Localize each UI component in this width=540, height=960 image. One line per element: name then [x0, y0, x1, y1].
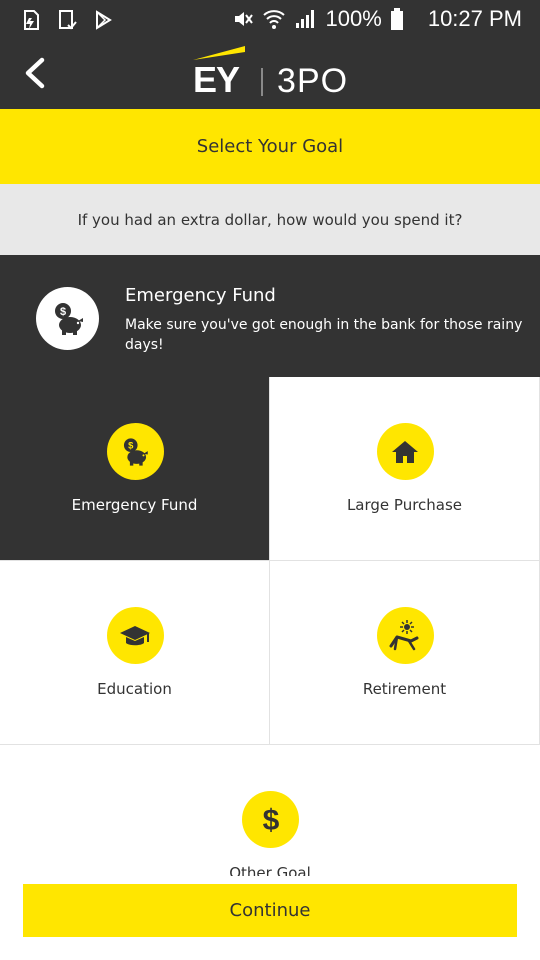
status-right: 100% 10:27 PM	[232, 6, 522, 32]
goal-tile-education[interactable]: Education	[0, 561, 270, 745]
question-text: If you had an extra dollar, how would yo…	[77, 210, 463, 229]
play-store-icon	[92, 9, 114, 31]
goal-icon-circle	[376, 423, 434, 480]
wifi-icon	[262, 8, 286, 30]
logo-product-name: 3PO	[277, 62, 349, 100]
goal-label: Retirement	[362, 680, 447, 698]
app-header: EY 3PO	[0, 40, 540, 109]
goal-icon-circle	[106, 607, 164, 664]
battery-percent: 100%	[325, 6, 382, 31]
goal-icon-circle: $	[242, 791, 299, 848]
logo-divider	[261, 68, 264, 96]
signal-icon	[294, 8, 318, 30]
status-left-icons	[20, 9, 114, 31]
screenshot-icon	[56, 9, 78, 31]
ey-beam-icon	[193, 46, 245, 60]
page-title-bar: Select Your Goal	[0, 109, 540, 184]
goal-icon-circle: $	[106, 423, 164, 480]
mute-icon	[232, 8, 254, 30]
selected-goal-icon-circle: $	[36, 287, 99, 350]
goal-label: Large Purchase	[346, 496, 463, 514]
clock: 10:27 PM	[427, 6, 522, 31]
house-icon	[392, 440, 418, 463]
goal-grid: $ Emergency Fund Large Purchase Educatio…	[0, 377, 540, 877]
back-button[interactable]	[18, 54, 58, 94]
goal-tile-large-purchase[interactable]: Large Purchase	[270, 377, 540, 561]
app-logo: EY 3PO	[193, 44, 348, 104]
continue-footer: Continue	[0, 876, 540, 960]
goal-tile-other-goal[interactable]: $ Other Goal	[0, 745, 540, 877]
question-banner: If you had an extra dollar, how would yo…	[0, 184, 540, 266]
battery-icon	[390, 8, 404, 30]
goal-tile-retirement[interactable]: Retirement	[270, 561, 540, 745]
ey-logo: EY	[193, 46, 245, 100]
dollar-icon: $	[262, 804, 279, 837]
selected-goal-description: Make sure you've got enough in the bank …	[125, 317, 523, 353]
graduation-cap-icon	[120, 625, 150, 645]
chevron-left-icon	[25, 57, 45, 89]
svg-text:$: $	[128, 440, 134, 450]
status-bar: 100% 10:27 PM	[0, 0, 540, 40]
goal-label: Education	[97, 680, 172, 698]
selected-goal-panel: $ Emergency Fund Make sure you've got en…	[0, 255, 540, 377]
piggy-bank-icon: $	[123, 437, 148, 466]
goal-label: Emergency Fund	[71, 496, 198, 514]
sd-card-icon	[20, 9, 42, 31]
selected-goal-title: Emergency Fund	[125, 285, 276, 306]
piggy-bank-icon: $	[54, 302, 83, 335]
svg-text:$: $	[59, 306, 65, 318]
goal-icon-circle	[376, 607, 434, 664]
svg-text:$: $	[262, 804, 279, 837]
page-title: Select Your Goal	[196, 136, 344, 157]
logo-ey-text: EY	[193, 59, 240, 100]
beach-chair-icon	[389, 619, 419, 650]
continue-button[interactable]: Continue	[23, 884, 517, 937]
goal-tile-emergency-fund[interactable]: $ Emergency Fund	[0, 377, 270, 561]
